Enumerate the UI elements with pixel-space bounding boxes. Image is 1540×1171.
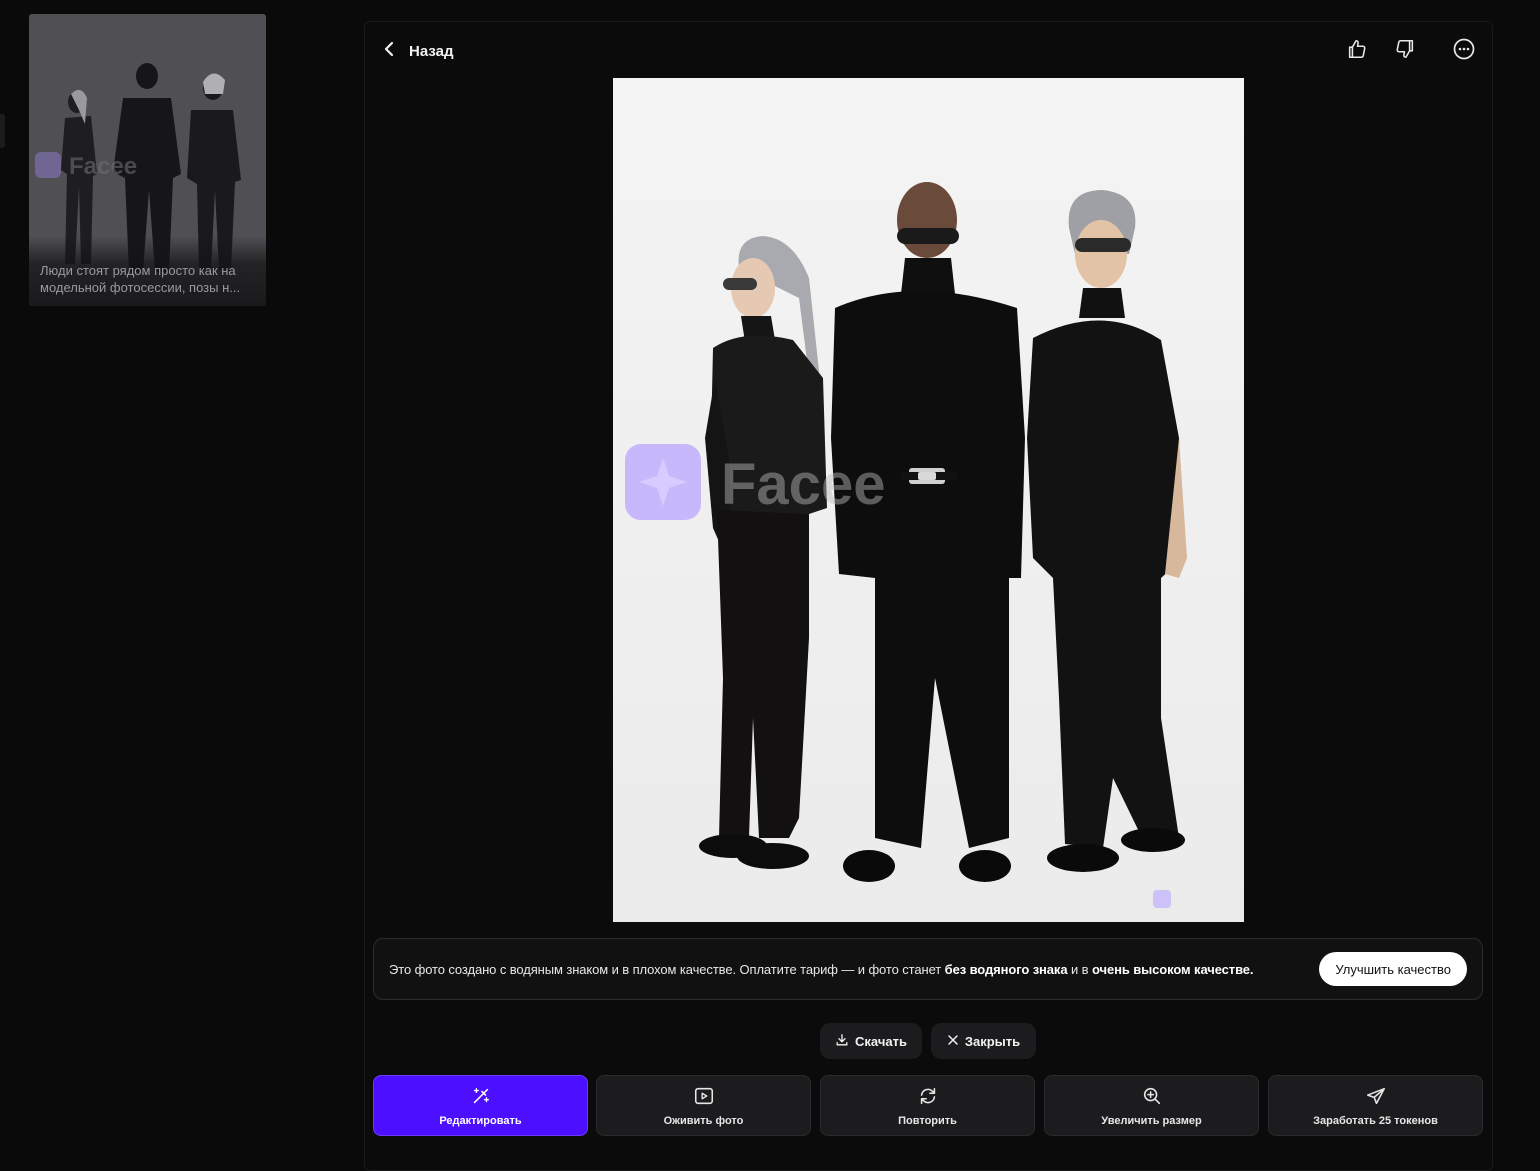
back-button[interactable]: Назад (383, 38, 453, 64)
edit-button[interactable]: Редактировать (373, 1075, 588, 1136)
edit-label: Редактировать (439, 1114, 522, 1127)
notice-bold-2: очень высоком качестве. (1092, 961, 1254, 977)
watermark-notice: Это фото создано с водяным знаком и в пл… (373, 938, 1483, 1000)
close-label: Закрыть (964, 1033, 1021, 1049)
svg-text:Facee: Facee (721, 452, 885, 517)
more-options-button[interactable] (1449, 36, 1479, 66)
history-thumbnail[interactable]: Facee Люди стоят рядом просто как на мод… (29, 14, 266, 306)
thumbs-up-icon (1346, 38, 1368, 65)
zoom-in-icon (1141, 1085, 1163, 1110)
download-icon (835, 1033, 849, 1050)
animate-photo-button[interactable]: Оживить фото (596, 1075, 811, 1136)
more-icon (1452, 37, 1476, 66)
thumbs-down-icon (1394, 38, 1416, 65)
repeat-button[interactable]: Повторить (820, 1075, 1035, 1136)
dislike-button[interactable] (1390, 36, 1420, 66)
download-button[interactable]: Скачать (820, 1023, 922, 1059)
generated-image: Facee (613, 78, 1244, 922)
sidebar-edge-handle[interactable] (0, 114, 5, 148)
earn-tokens-label: Заработать 25 токенов (1313, 1114, 1438, 1127)
magic-wand-icon (470, 1085, 492, 1110)
upscale-label: Увеличить размер (1101, 1114, 1202, 1127)
earn-tokens-button[interactable]: Заработать 25 токенов (1268, 1075, 1483, 1136)
back-label: Назад (409, 42, 454, 60)
chevron-left-icon (383, 41, 395, 61)
generated-image-art: Facee (613, 78, 1244, 922)
repeat-label: Повторить (898, 1114, 957, 1127)
history-caption: Люди стоят рядом просто как на модельной… (29, 236, 266, 306)
send-icon (1365, 1085, 1387, 1110)
improve-quality-button[interactable]: Улучшить качество (1319, 952, 1467, 986)
close-button[interactable]: Закрыть (931, 1023, 1036, 1059)
like-button[interactable] (1342, 36, 1372, 66)
close-icon (947, 1034, 959, 1049)
notice-bold-1: без водяного знака (944, 961, 1068, 977)
repeat-icon (917, 1085, 939, 1110)
download-label: Скачать (855, 1033, 907, 1049)
animate-photo-label: Оживить фото (663, 1114, 744, 1127)
notice-text-part-1: Это фото создано с водяным знаком и в пл… (389, 961, 945, 977)
upscale-button[interactable]: Увеличить размер (1044, 1075, 1259, 1136)
svg-text:Facee: Facee (69, 153, 137, 180)
notice-text: Это фото создано с водяным знаком и в пл… (389, 962, 1319, 977)
video-play-icon (693, 1085, 715, 1110)
notice-text-part-2: и в (1067, 961, 1092, 977)
